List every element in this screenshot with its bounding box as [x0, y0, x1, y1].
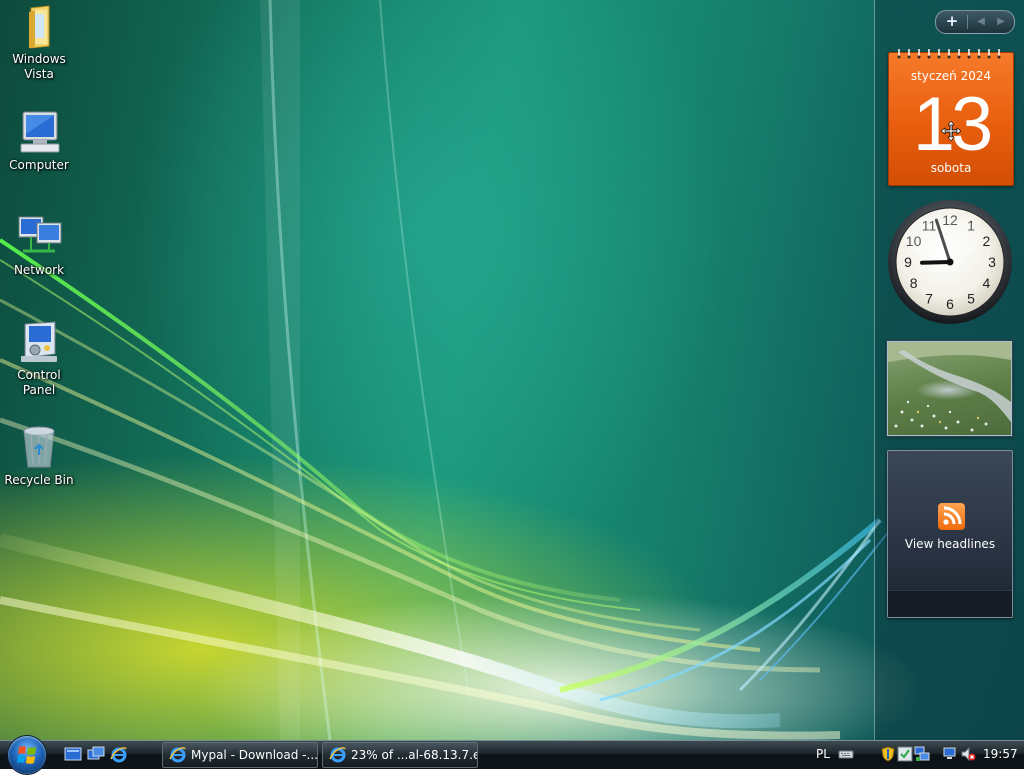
taskbar: Mypal - Download -... 23% of ...al-68.13… — [0, 736, 1024, 774]
sidebar-controls: + ◀ ▶ — [935, 10, 1015, 34]
clock-numeral: 6 — [946, 296, 954, 312]
desktop[interactable]: Windows Vista Computer Network Control P… — [0, 0, 1024, 740]
move-cursor-icon — [941, 121, 961, 141]
clock-numeral: 9 — [904, 254, 912, 270]
switch-windows-icon[interactable] — [87, 746, 105, 763]
security-shield-icon[interactable] — [880, 746, 896, 762]
windows-sidebar: + ◀ ▶ styczeń 2024 13 sobota 12 1 2 3 4 … — [874, 0, 1024, 740]
security-check-icon[interactable] — [897, 746, 913, 762]
taskbar-button-label: 23% of ...al-68.13.7.e... — [351, 748, 478, 762]
clock-face: 12 1234567891011 — [888, 200, 1012, 324]
clock-numeral: 2 — [983, 233, 991, 249]
previous-page-button[interactable]: ◀ — [972, 12, 990, 32]
tray-clock[interactable]: 19:57 — [983, 741, 1018, 767]
calendar-gadget[interactable]: styczeń 2024 13 sobota — [888, 49, 1014, 186]
wallpaper-swoosh — [0, 0, 891, 740]
add-gadget-button[interactable]: + — [942, 12, 962, 32]
computer-icon — [15, 108, 63, 156]
start-button[interactable] — [8, 736, 46, 774]
desktop-icon-windows-vista[interactable]: Windows Vista — [0, 2, 78, 82]
desktop-icon-label: Network — [13, 263, 65, 277]
clock-gadget[interactable]: 12 1 2 3 4 5 6 7 8 9 10 11 — [887, 199, 1013, 325]
desktop-icon-label: Computer — [9, 158, 69, 172]
network-icon — [15, 213, 63, 261]
view-headlines-link[interactable]: View headlines — [888, 537, 1012, 551]
calendar-month-year: styczeń 2024 — [910, 69, 992, 83]
taskbar-button-label: Mypal - Download -... — [191, 748, 318, 762]
desktop-icon-recycle-bin[interactable]: Recycle Bin — [0, 423, 78, 488]
feed-headlines-gadget[interactable]: View headlines — [887, 450, 1013, 618]
slideshow-gadget[interactable] — [887, 341, 1012, 436]
network-connections-icon[interactable] — [942, 746, 958, 762]
desktop-icon-computer[interactable]: Computer — [0, 108, 78, 173]
network-status-icon[interactable] — [914, 746, 930, 762]
recycle-bin-icon — [15, 423, 63, 471]
windows-logo-icon — [17, 746, 36, 764]
feeds-footer — [888, 590, 1012, 617]
clock-hour-hand — [920, 260, 952, 265]
keyboard-icon[interactable] — [838, 746, 854, 762]
desktop-icon-label: Windows Vista — [12, 52, 66, 81]
divider — [967, 15, 968, 29]
taskbar-button-download-progress[interactable]: 23% of ...al-68.13.7.e... — [322, 742, 478, 768]
slideshow-photo — [888, 342, 1011, 432]
show-desktop-icon[interactable] — [64, 746, 82, 763]
calendar-rings — [897, 49, 1001, 59]
desktop-icon-network[interactable]: Network — [0, 213, 78, 278]
taskbar-button-mypal-download[interactable]: Mypal - Download -... — [162, 742, 318, 768]
control-panel-icon — [15, 318, 63, 366]
language-indicator[interactable]: PL — [816, 741, 830, 767]
internet-explorer-icon[interactable] — [110, 746, 128, 763]
desktop-icon-label: Recycle Bin — [4, 473, 74, 487]
clock-numeral: 4 — [983, 275, 991, 291]
internet-explorer-icon — [329, 747, 346, 763]
volume-muted-icon[interactable] — [960, 746, 976, 762]
desktop-icon-label: Control Panel — [17, 368, 61, 397]
clock-numeral: 7 — [925, 290, 933, 306]
rss-icon — [938, 503, 965, 530]
desktop-icon-control-panel[interactable]: Control Panel — [0, 318, 78, 398]
next-page-button[interactable]: ▶ — [992, 12, 1010, 32]
internet-explorer-icon — [169, 747, 186, 763]
clock-numeral: 3 — [988, 254, 996, 270]
clock-numeral: 5 — [967, 290, 975, 306]
calendar-weekday: sobota — [930, 161, 972, 175]
folder-icon — [15, 2, 63, 50]
clock-numeral: 8 — [910, 275, 918, 291]
